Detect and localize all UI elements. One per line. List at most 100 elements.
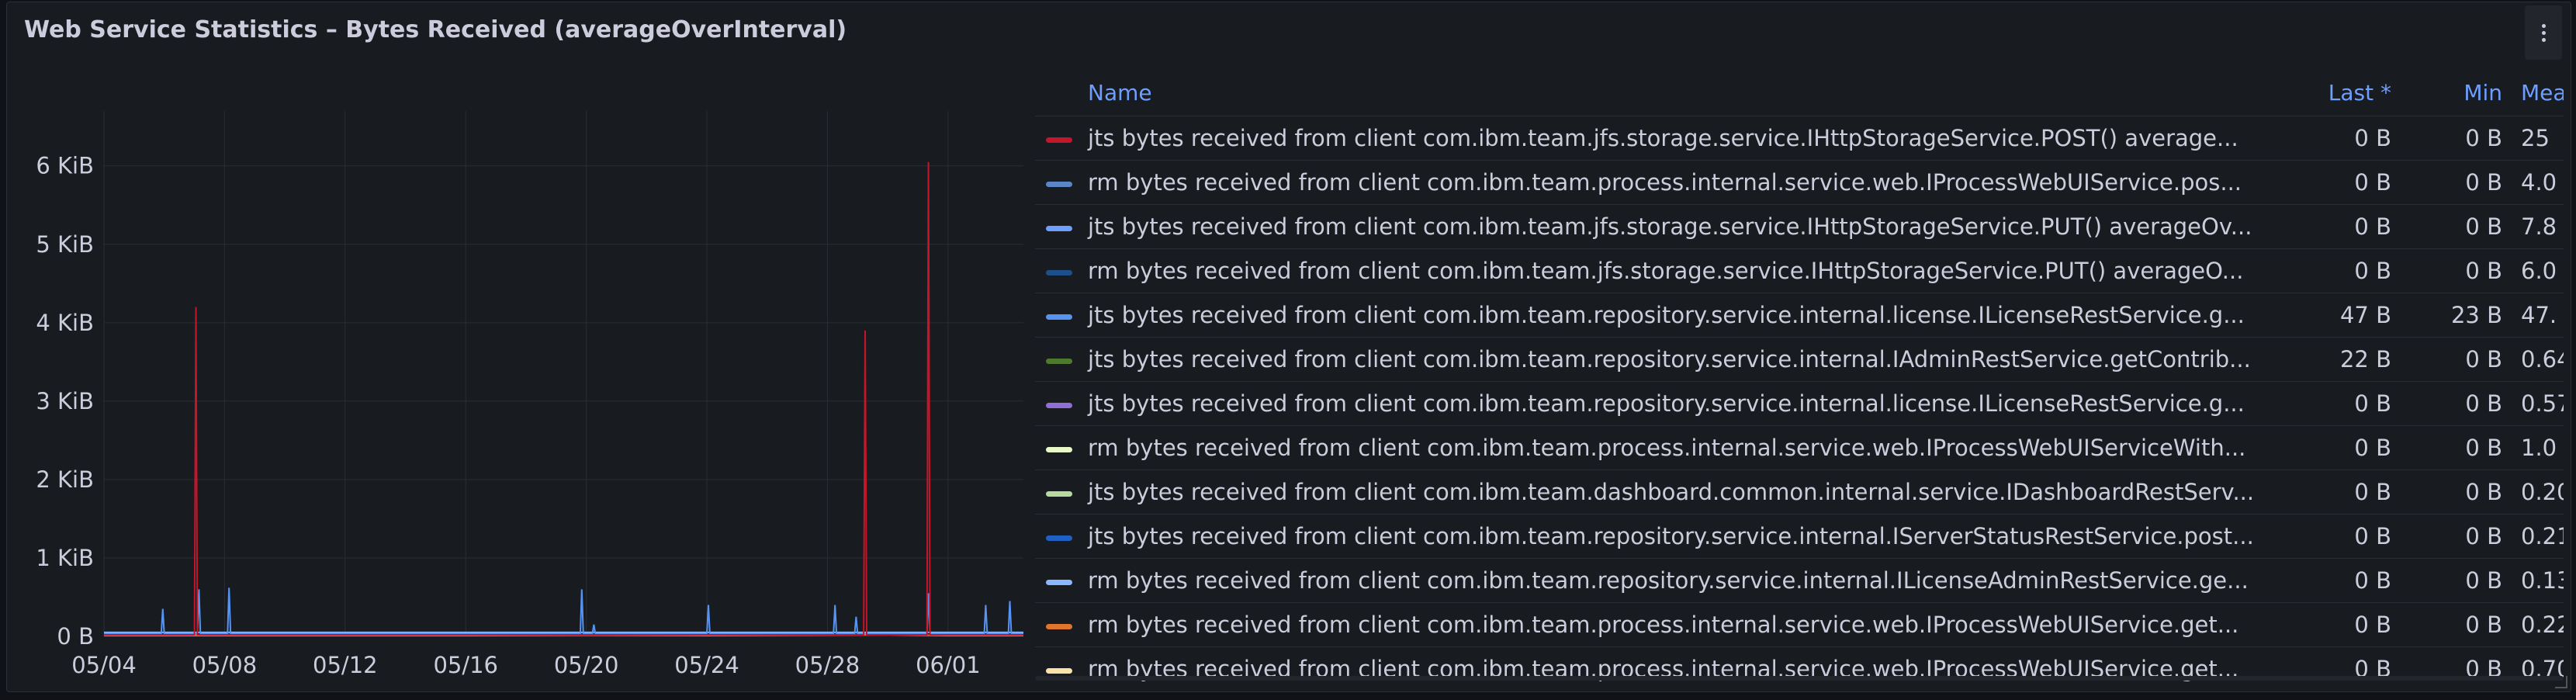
legend-row[interactable]: jts bytes received from client com.ibm.t…	[1035, 514, 2564, 559]
x-tick-label: 05/20	[554, 652, 619, 678]
legend-row[interactable]: rm bytes received from client com.ibm.te…	[1035, 558, 2564, 603]
y-tick-label: 1 KiB	[36, 545, 94, 571]
legend-swatch-cell[interactable]	[1035, 514, 1082, 559]
legend-header-name[interactable]: Name	[1082, 69, 2300, 116]
series-color-swatch[interactable]	[1046, 358, 1072, 364]
legend-series-name: rm bytes received from client com.ibm.te…	[1082, 248, 2300, 293]
series-color-swatch[interactable]	[1046, 579, 1072, 585]
legend-swatch-cell[interactable]	[1035, 602, 1082, 647]
legend-series-name: rm bytes received from client com.ibm.te…	[1082, 160, 2300, 205]
legend-row[interactable]: jts bytes received from client com.ibm.t…	[1035, 470, 2564, 515]
legend-mean-value: 0.21	[2512, 514, 2564, 559]
series-color-swatch[interactable]	[1046, 623, 1072, 629]
series-color-swatch[interactable]	[1046, 446, 1072, 452]
legend-swatch-cell[interactable]	[1035, 425, 1082, 470]
x-tick-label: 05/16	[433, 652, 498, 678]
legend-swatch-cell[interactable]	[1035, 204, 1082, 249]
legend-swatch-cell[interactable]	[1035, 470, 1082, 515]
legend-row[interactable]: rm bytes received from client com.ibm.te…	[1035, 602, 2564, 647]
legend-mean-value: 0.20	[2512, 470, 2564, 515]
x-tick-label: 05/12	[313, 652, 378, 678]
series-color-swatch[interactable]	[1046, 402, 1072, 408]
legend-row[interactable]: jts bytes received from client com.ibm.t…	[1035, 116, 2564, 161]
legend-series-name: rm bytes received from client com.ibm.te…	[1082, 558, 2300, 603]
legend-table: Name Last * Min Mean jts bytes received …	[1035, 69, 2564, 682]
series-color-swatch[interactable]	[1046, 225, 1072, 231]
y-tick-label: 5 KiB	[36, 231, 94, 258]
legend-series-name: rm bytes received from client com.ibm.te…	[1082, 425, 2300, 470]
series-color-swatch[interactable]	[1046, 137, 1072, 143]
legend-mean-value: 25	[2512, 116, 2564, 161]
legend-row[interactable]: jts bytes received from client com.ibm.t…	[1035, 381, 2564, 426]
y-tick-label: 2 KiB	[36, 466, 94, 493]
x-tick-label: 05/08	[192, 652, 258, 678]
y-tick-label: 0 B	[57, 623, 94, 650]
legend-last-value: 0 B	[2300, 602, 2401, 647]
y-tick-label: 4 KiB	[36, 310, 94, 336]
legend-mean-value: 0.57	[2512, 381, 2564, 426]
legend-row[interactable]: rm bytes received from client com.ibm.te…	[1035, 248, 2564, 293]
legend-swatch-cell[interactable]	[1035, 160, 1082, 205]
y-tick-label: 6 KiB	[36, 153, 94, 179]
panel-title: Web Service Statistics – Bytes Received …	[24, 16, 847, 43]
series-line	[104, 161, 1023, 636]
legend-last-value: 0 B	[2300, 248, 2401, 293]
legend-last-value: 22 B	[2300, 337, 2401, 382]
legend-row[interactable]: rm bytes received from client com.ibm.te…	[1035, 425, 2564, 470]
resize-handle-icon[interactable]	[2555, 676, 2567, 688]
panel-menu-button[interactable]	[2525, 5, 2562, 60]
series-color-swatch[interactable]	[1046, 667, 1072, 674]
legend-min-value: 0 B	[2401, 514, 2512, 559]
legend-header-last[interactable]: Last *	[2300, 69, 2401, 116]
series-color-swatch[interactable]	[1046, 314, 1072, 320]
legend-header-min[interactable]: Min	[2401, 69, 2512, 116]
legend-last-value: 0 B	[2300, 425, 2401, 470]
series-color-swatch[interactable]	[1046, 181, 1072, 187]
legend-mean-value: 6.0	[2512, 248, 2564, 293]
legend-series-name: jts bytes received from client com.ibm.t…	[1082, 470, 2300, 515]
legend-mean-value: 0.22	[2512, 602, 2564, 647]
legend-last-value: 0 B	[2300, 470, 2401, 515]
legend-min-value: 0 B	[2401, 425, 2512, 470]
legend-swatch-cell[interactable]	[1035, 248, 1082, 293]
legend-series-name: jts bytes received from client com.ibm.t…	[1082, 337, 2300, 382]
chart-svg: 0 B 1 KiB 2 KiB 3 KiB 4 KiB 5 KiB 6 KiB 05/04 05…	[36, 111, 1023, 678]
legend-series-name: jts bytes received from client com.ibm.t…	[1082, 293, 2300, 338]
horizontal-scrollbar[interactable]	[1035, 676, 2564, 681]
legend-min-value: 0 B	[2401, 381, 2512, 426]
legend-swatch-cell[interactable]	[1035, 293, 1082, 338]
legend-row[interactable]: rm bytes received from client com.ibm.te…	[1035, 160, 2564, 205]
legend-header-mean[interactable]: Mean	[2512, 69, 2564, 116]
legend-last-value: 0 B	[2300, 514, 2401, 559]
legend-mean-value: 0.13	[2512, 558, 2564, 603]
legend-swatch-cell[interactable]	[1035, 558, 1082, 603]
legend-row[interactable]: jts bytes received from client com.ibm.t…	[1035, 337, 2564, 382]
series-color-swatch[interactable]	[1046, 535, 1072, 541]
x-tick-label: 06/01	[916, 652, 981, 678]
legend-last-value: 0 B	[2300, 558, 2401, 603]
series-color-swatch[interactable]	[1046, 269, 1072, 275]
time-series-chart[interactable]: 0 B 1 KiB 2 KiB 3 KiB 4 KiB 5 KiB 6 KiB 05/04 05…	[7, 64, 1039, 691]
legend-swatch-cell[interactable]	[1035, 337, 1082, 382]
legend-swatch-cell[interactable]	[1035, 116, 1082, 161]
legend-min-value: 0 B	[2401, 116, 2512, 161]
y-tick-label: 3 KiB	[36, 388, 94, 414]
legend-last-value: 47 B	[2300, 293, 2401, 338]
legend-last-value: 0 B	[2300, 160, 2401, 205]
panel: Web Service Statistics – Bytes Received …	[6, 2, 2571, 692]
legend-series-name: jts bytes received from client com.ibm.t…	[1082, 514, 2300, 559]
legend-series-name: jts bytes received from client com.ibm.t…	[1082, 116, 2300, 161]
legend-swatch-cell[interactable]	[1035, 381, 1082, 426]
series-color-swatch[interactable]	[1046, 490, 1072, 497]
legend-last-value: 0 B	[2300, 204, 2401, 249]
legend-mean-value: 47.	[2512, 293, 2564, 338]
legend-row[interactable]: jts bytes received from client com.ibm.t…	[1035, 204, 2564, 249]
x-tick-label: 05/04	[71, 652, 137, 678]
legend-min-value: 0 B	[2401, 558, 2512, 603]
legend-min-value: 0 B	[2401, 160, 2512, 205]
legend-row[interactable]: jts bytes received from client com.ibm.t…	[1035, 293, 2564, 338]
legend-mean-value: 4.0	[2512, 160, 2564, 205]
legend-last-value: 0 B	[2300, 116, 2401, 161]
legend-min-value: 0 B	[2401, 602, 2512, 647]
x-tick-label: 05/28	[795, 652, 860, 678]
